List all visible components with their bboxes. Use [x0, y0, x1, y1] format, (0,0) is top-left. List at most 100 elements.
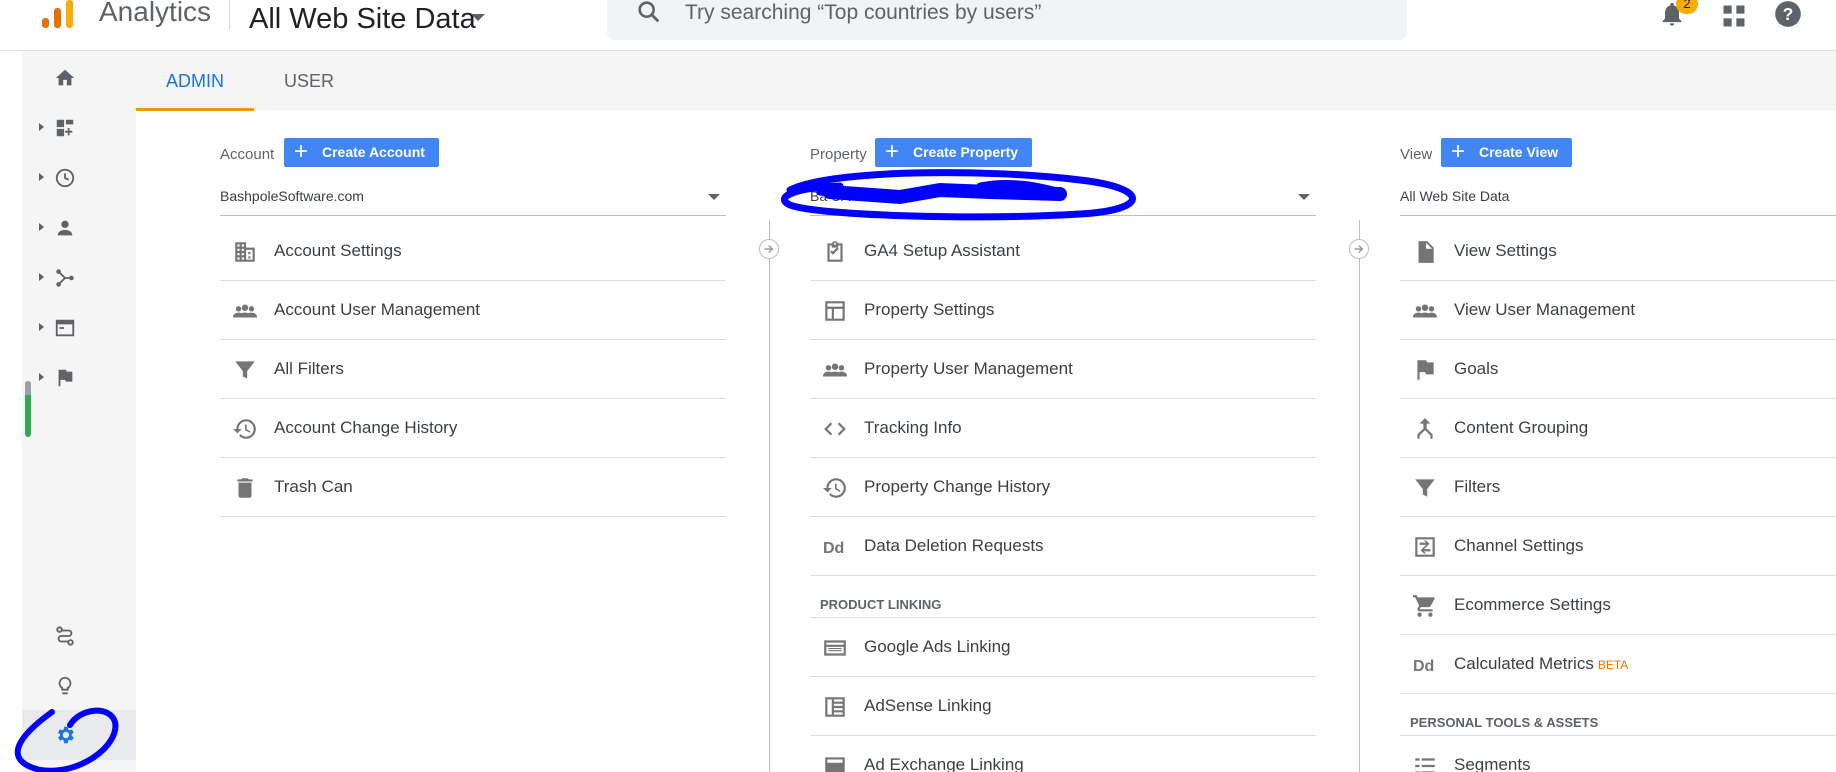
menu-account-user-management[interactable]: Account User Management [220, 281, 726, 340]
menu-label: Account User Management [274, 300, 480, 319]
people-icon [823, 363, 847, 377]
menu-data-deletion-requests[interactable]: Dd Data Deletion Requests [810, 517, 1316, 576]
account-label: Account [220, 146, 275, 163]
people-icon [233, 304, 257, 318]
menu-channel-settings[interactable]: Channel Settings [1400, 517, 1836, 576]
nav-behavior[interactable] [22, 303, 136, 353]
property-menu: GA4 Setup Assistant Property Settings Pr… [810, 222, 1316, 772]
apps-grid-icon[interactable] [1720, 2, 1748, 30]
account-selected-value: BashpoleSoftware.com [220, 188, 364, 204]
menu-google-ads-linking[interactable]: Google Ads Linking [810, 618, 1316, 677]
help-icon[interactable]: ? [1774, 0, 1802, 28]
filter-icon [235, 361, 255, 379]
property-selector[interactable]: Ba UA- [810, 178, 1316, 216]
top-bar: Analytics All Web Site Data 2 ? [0, 0, 1836, 51]
svg-text:?: ? [1783, 4, 1794, 24]
home-icon [55, 69, 75, 86]
lightbulb-icon [58, 676, 72, 695]
menu-ga4-setup-assistant[interactable]: GA4 Setup Assistant [810, 222, 1316, 281]
account-view-selector[interactable]: All Web Site Data [249, 3, 476, 36]
menu-label: Account Change History [274, 418, 458, 437]
nav-acquisition[interactable] [22, 253, 136, 303]
search-input[interactable] [685, 0, 1385, 26]
checklist-icon [827, 241, 843, 262]
create-view-button[interactable]: + Create View [1441, 138, 1573, 167]
nav-conversions[interactable] [22, 353, 136, 403]
menu-segments[interactable]: Segments [1400, 736, 1836, 772]
menu-tracking-info[interactable]: Tracking Info [810, 399, 1316, 458]
menu-adsense-linking[interactable]: AdSense Linking [810, 677, 1316, 736]
chevron-down-icon [708, 194, 720, 200]
menu-view-settings[interactable]: View Settings [1400, 222, 1836, 281]
account-menu: Account Settings Account User Management… [220, 222, 726, 517]
nav-audience[interactable] [22, 203, 136, 253]
menu-label: Property Change History [864, 477, 1051, 496]
menu-label: Ecommerce Settings [1454, 595, 1611, 614]
menu-property-user-management[interactable]: Property User Management [810, 340, 1316, 399]
menu-view-user-management[interactable]: View User Management [1400, 281, 1836, 340]
create-account-label: Create Account [322, 144, 425, 160]
menu-property-change-history[interactable]: Property Change History [810, 458, 1316, 517]
nav-attribution[interactable] [22, 611, 136, 661]
person-icon [57, 220, 73, 236]
menu-label: GA4 Setup Assistant [864, 241, 1020, 260]
people-icon [1413, 304, 1437, 318]
column-divider [769, 220, 770, 772]
menu-account-settings[interactable]: Account Settings [220, 222, 726, 281]
property-column: Property + Create Property Ba UA- GA4 Set… [810, 111, 1316, 772]
create-view-label: Create View [1479, 144, 1559, 160]
menu-label: Segments [1454, 755, 1531, 772]
beta-badge: BETA [1597, 658, 1629, 672]
column-divider [1359, 220, 1360, 772]
expand-icon [39, 223, 44, 231]
menu-goals[interactable]: Goals [1400, 340, 1836, 399]
expand-icon [39, 323, 44, 331]
menu-ecommerce-settings[interactable]: Ecommerce Settings [1400, 576, 1836, 635]
menu-account-change-history[interactable]: Account Change History [220, 399, 726, 458]
menu-label: Ad Exchange Linking [864, 755, 1024, 772]
menu-label: Property User Management [864, 359, 1073, 378]
ads-icon [824, 640, 846, 656]
section-product-linking: PRODUCT LINKING [810, 576, 1316, 618]
document-icon [1418, 241, 1434, 263]
calculated-metrics-label: Calculated Metrics [1454, 654, 1594, 673]
acquisition-icon [56, 269, 74, 287]
plus-icon: + [885, 138, 900, 165]
arrow-right-icon [759, 239, 779, 259]
building-icon [235, 242, 255, 262]
cart-icon [1413, 595, 1435, 617]
nav-realtime[interactable] [22, 153, 136, 203]
menu-content-grouping[interactable]: Content Grouping [1400, 399, 1836, 458]
menu-calculated-metrics[interactable]: Dd Calculated Metrics BETA [1400, 635, 1836, 694]
dashboard-icon [56, 119, 74, 137]
clock-icon [55, 168, 75, 188]
menu-trash-can[interactable]: Trash Can [220, 458, 726, 517]
code-icon [824, 422, 846, 436]
svg-text:Dd: Dd [1413, 658, 1434, 675]
expand-icon [39, 173, 44, 181]
nav-home[interactable] [22, 53, 136, 103]
history-icon [233, 419, 256, 439]
nav-discover[interactable] [22, 661, 136, 711]
menu-label: Filters [1454, 477, 1501, 496]
menu-label: Trash Can [274, 477, 353, 496]
menu-label: Google Ads Linking [864, 637, 1011, 656]
menu-filters[interactable]: Filters [1400, 458, 1836, 517]
nav-customization[interactable] [22, 103, 136, 153]
nav-admin[interactable] [22, 710, 136, 760]
create-property-button[interactable]: + Create Property [875, 138, 1033, 167]
tab-user[interactable]: USER [254, 51, 364, 111]
view-selector[interactable]: All Web Site Data [1400, 178, 1836, 216]
menu-all-filters[interactable]: All Filters [220, 340, 726, 399]
create-account-button[interactable]: + Create Account [284, 138, 439, 167]
analytics-logo[interactable] [40, 0, 76, 30]
menu-ad-exchange-linking[interactable]: Ad Exchange Linking [810, 736, 1316, 772]
search-icon [638, 1, 660, 23]
tab-admin[interactable]: ADMIN [136, 51, 254, 111]
chevron-down-icon[interactable] [471, 14, 485, 21]
left-nav-rail [22, 51, 136, 772]
menu-property-settings[interactable]: Property Settings [810, 281, 1316, 340]
account-selector[interactable]: BashpoleSoftware.com [220, 178, 726, 216]
history-icon [823, 478, 846, 498]
search-bar[interactable] [607, 0, 1407, 40]
